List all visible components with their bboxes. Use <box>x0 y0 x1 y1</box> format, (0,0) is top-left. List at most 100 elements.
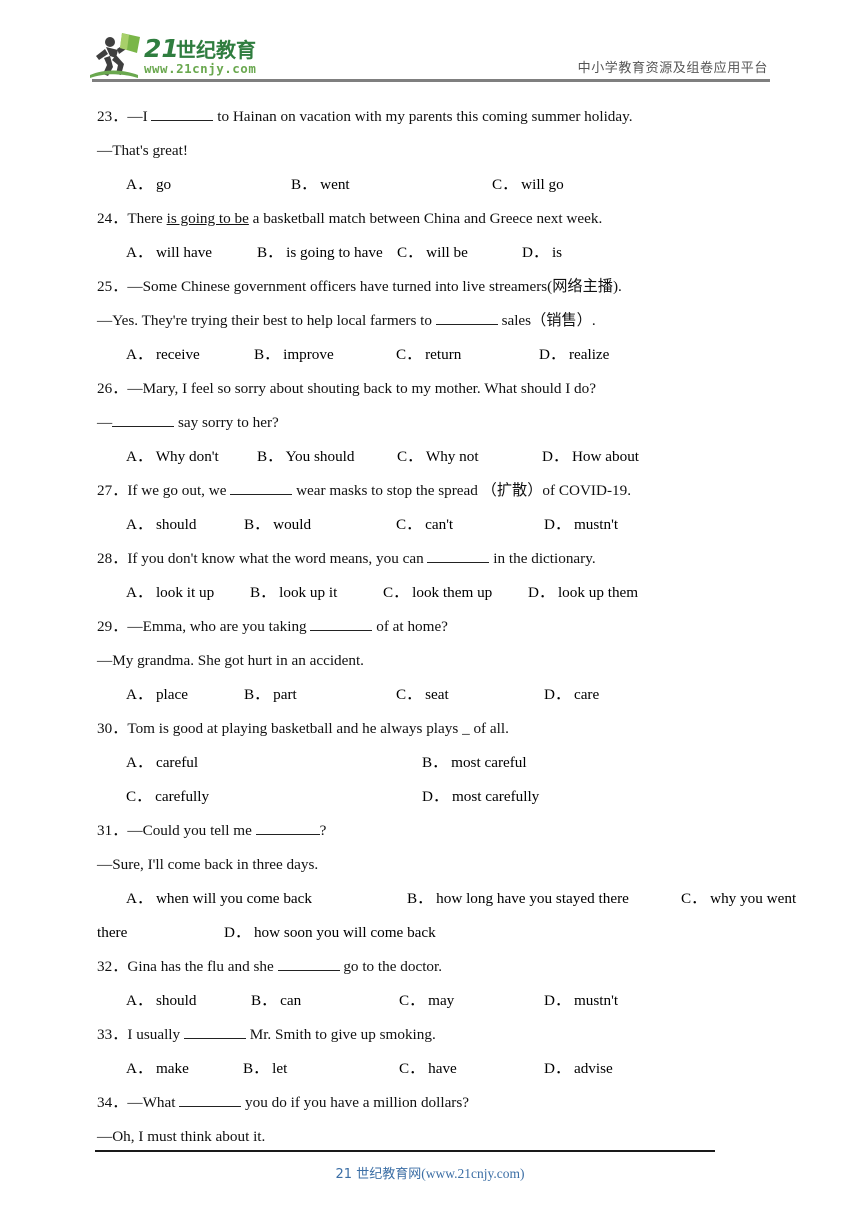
question-number: 27． <box>97 482 128 499</box>
logo-icon: 21 世纪教育 www.21cnjy.com <box>90 33 256 78</box>
option-c[interactable]: C． may <box>399 984 544 1018</box>
option-a[interactable]: A． place <box>126 678 244 712</box>
stem-text-pre: If you don't know what the word means, y… <box>127 550 428 567</box>
option-row: A． place B． part C． seat D． care <box>0 678 860 712</box>
option-c[interactable]: C． return <box>396 338 539 372</box>
footer-credit-cn: 21 世纪教育网 <box>335 1167 422 1182</box>
option-b[interactable]: B． let <box>243 1052 399 1086</box>
question-28: 28．If you don't know what the word means… <box>0 542 860 610</box>
option-c[interactable]: C． seat <box>396 678 544 712</box>
stem-text-pre: Tom is good at playing basketball and he… <box>127 720 463 737</box>
question-reply: —Yes. They're trying their best to help … <box>0 304 860 338</box>
question-number: 29． <box>97 618 128 635</box>
option-a[interactable]: A． will have <box>126 236 257 270</box>
option-b[interactable]: B． You should <box>257 440 397 474</box>
footer-credit: 21 世纪教育网(www.21cnjy.com) <box>0 1163 860 1182</box>
question-34: 34．—What you do if you have a million do… <box>0 1086 860 1154</box>
option-c[interactable]: C． will be <box>397 236 522 270</box>
option-a[interactable]: A． careful <box>126 746 422 780</box>
answer-blank <box>179 1092 242 1107</box>
question-33: 33．I usually Mr. Smith to give up smokin… <box>0 1018 860 1086</box>
answer-blank <box>255 820 320 835</box>
reply-text-post: say sorry to her? <box>174 414 279 431</box>
question-stem: 34．—What you do if you have a million do… <box>0 1086 860 1120</box>
option-a[interactable]: A． go <box>126 168 291 202</box>
option-b[interactable]: B． how long have you stayed there <box>407 882 681 916</box>
stem-short-blank: _ <box>462 720 470 737</box>
option-a[interactable]: A． make <box>126 1052 243 1086</box>
option-d[interactable]: D． is <box>522 236 562 270</box>
question-26: 26．—Mary, I feel so sorry about shouting… <box>0 372 860 474</box>
stem-text-post: a basketball match between China and Gre… <box>248 210 603 227</box>
option-d[interactable]: D． how soon you will come back <box>224 916 436 950</box>
option-b[interactable]: B． part <box>244 678 396 712</box>
option-row: A． will have B． is going to have C． will b… <box>0 236 860 270</box>
stem-text-pre: —Mary, I feel so sorry about shouting ba… <box>127 380 596 397</box>
option-d[interactable]: D． mustn't <box>544 984 618 1018</box>
option-row: A． should B． can C． may D． mustn't <box>0 984 860 1018</box>
option-a[interactable]: A． receive <box>126 338 254 372</box>
question-number: 26． <box>97 380 128 397</box>
reply-text-pre: — <box>97 414 113 431</box>
question-30: 30．Tom is good at playing basketball and… <box>0 712 860 814</box>
option-b[interactable]: B． improve <box>254 338 396 372</box>
stem-text-post: ? <box>319 822 327 839</box>
option-d[interactable]: D． care <box>544 678 599 712</box>
header-divider <box>92 79 770 82</box>
option-c-letter-wrap[interactable]: C． why you went <box>681 882 796 916</box>
answer-blank <box>183 1024 246 1039</box>
stem-text-pre: There <box>127 210 167 227</box>
stem-text-post: Mr. Smith to give up smoking. <box>245 1026 436 1043</box>
option-d[interactable]: D． mustn't <box>544 508 618 542</box>
stem-text-post: of at home? <box>372 618 448 635</box>
stem-text-post: in the dictionary. <box>489 550 596 567</box>
option-c[interactable]: C． Why not <box>397 440 542 474</box>
option-a[interactable]: A． should <box>126 984 251 1018</box>
question-stem: 32．Gina has the flu and she go to the do… <box>0 950 860 984</box>
header-tagline: 中小学教育资源及组卷应用平台 <box>577 61 768 76</box>
stem-text-post: to Hainan on vacation with my parents th… <box>213 108 633 125</box>
question-number: 32． <box>97 958 128 975</box>
answer-blank <box>277 956 340 971</box>
question-reply: —Oh, I must think about it. <box>97 1128 266 1145</box>
option-d[interactable]: D． How about <box>542 440 639 474</box>
question-number: 33． <box>97 1026 128 1043</box>
option-c[interactable]: C． look them up <box>383 576 528 610</box>
answer-blank <box>151 106 214 121</box>
question-number: 34． <box>97 1094 128 1111</box>
question-number: 30． <box>97 720 128 737</box>
answer-blank <box>230 480 293 495</box>
reply-text-pre: —Yes. They're trying their best to help … <box>97 312 436 329</box>
option-b[interactable]: B． went <box>291 168 492 202</box>
option-row: A． look it up B． look up it C． look them u… <box>0 576 860 610</box>
option-d[interactable]: D． most carefully <box>422 780 539 814</box>
option-c-continuation: there <box>97 924 128 941</box>
question-number: 25． <box>97 278 128 295</box>
answer-blank <box>112 412 175 427</box>
option-a[interactable]: A． when will you come back <box>126 882 407 916</box>
option-c[interactable]: C． carefully <box>126 780 422 814</box>
option-d[interactable]: D． advise <box>544 1052 613 1086</box>
stem-text-pre: —What <box>127 1094 180 1111</box>
option-a[interactable]: A． look it up <box>126 576 250 610</box>
option-a[interactable]: A． should <box>126 508 244 542</box>
option-b[interactable]: B． look up it <box>250 576 383 610</box>
option-b[interactable]: B． is going to have <box>257 236 397 270</box>
option-c[interactable]: C． have <box>399 1052 544 1086</box>
option-d[interactable]: D． realize <box>539 338 609 372</box>
question-stem: 26．—Mary, I feel so sorry about shouting… <box>0 372 860 406</box>
option-b[interactable]: B． would <box>244 508 396 542</box>
question-29: 29．—Emma, who are you taking of at home?… <box>0 610 860 712</box>
question-31: 31．—Could you tell me ? —Sure, I'll come… <box>0 814 860 950</box>
stem-text-pre: Gina has the flu and she <box>127 958 278 975</box>
option-b[interactable]: B． can <box>251 984 399 1018</box>
option-a[interactable]: A． Why don't <box>126 440 257 474</box>
option-c[interactable]: C． can't <box>396 508 544 542</box>
option-d[interactable]: D． look up them <box>528 576 638 610</box>
stem-text-post: go to the doctor. <box>339 958 443 975</box>
option-c[interactable]: C． will go <box>492 168 564 202</box>
option-b[interactable]: B． most careful <box>422 746 527 780</box>
question-stem: 31．—Could you tell me ? <box>0 814 860 848</box>
svg-text:21: 21 <box>144 34 179 63</box>
stem-text-pre: I usually <box>127 1026 184 1043</box>
